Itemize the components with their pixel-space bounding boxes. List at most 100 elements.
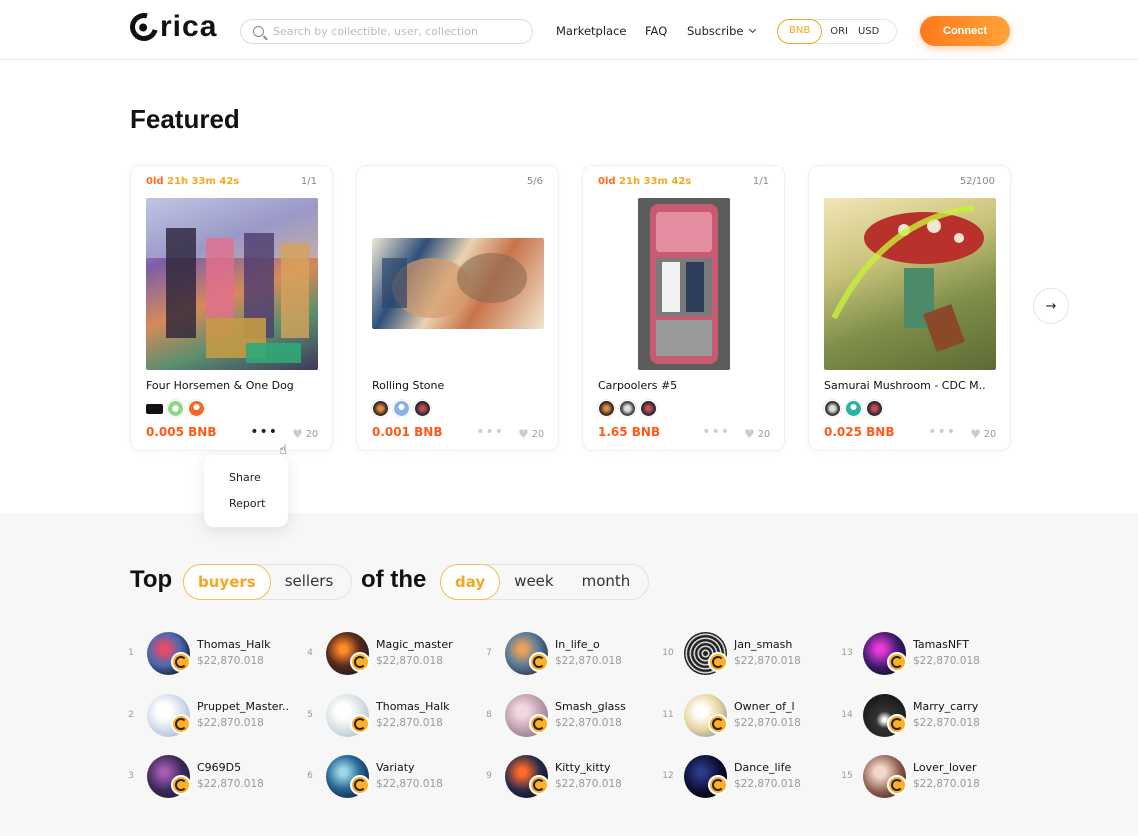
avatar[interactable] [393,400,410,417]
user-name[interactable]: Thomas_Halk [197,638,297,651]
more-options-icon[interactable]: ••• [928,424,956,440]
arrow-right-icon: → [1045,298,1057,314]
user-volume: $22,870.018 [734,717,801,729]
like-button[interactable]: ♥ 20 [744,427,770,441]
user-volume: $22,870.018 [913,655,980,667]
avatar[interactable] [167,400,184,417]
avatar[interactable] [640,400,657,417]
carousel-next-button[interactable]: → [1033,288,1069,324]
like-count: 20 [983,428,996,440]
avatar[interactable] [845,400,862,417]
verified-badge-icon [350,775,370,795]
edition-count: 1/1 [300,176,317,187]
nft-price: 0.001 BNB [372,425,443,439]
user-rank: 15 [841,771,853,781]
user-rank: 5 [307,710,313,720]
user-rank: 13 [841,648,853,658]
more-options-icon[interactable]: ••• [702,424,730,440]
rica-logo[interactable]: rica [124,7,217,47]
like-button[interactable]: ♥ 20 [970,427,996,441]
like-count: 20 [757,428,770,440]
nft-name[interactable]: Samurai Mushroom - CDC M.. [824,379,999,392]
avatar[interactable] [598,400,615,417]
avatar[interactable] [372,400,389,417]
connect-button[interactable]: Connect [920,16,1010,46]
menu-item-report[interactable]: Report [229,497,265,510]
nft-artwork [382,253,527,318]
avatar[interactable] [414,400,431,417]
nft-card-rolling-stone[interactable]: 5/6 Rolling Stone 0.001 BNB ••• ♥ 20 [356,165,559,451]
user-name[interactable]: Owner_of_l [734,700,834,713]
like-button[interactable]: ♥ 20 [292,427,318,441]
tab-month[interactable]: month [568,564,649,600]
verified-badge-icon [529,775,549,795]
nav-faq[interactable]: FAQ [645,24,667,38]
user-name[interactable]: Marry_carry [913,700,1013,713]
currency-switch: BNB ORI USD [777,19,897,44]
nav-subscribe[interactable]: Subscribe [687,24,756,38]
verified-badge-icon [350,714,370,734]
verified-badge-icon [171,652,191,672]
tab-day[interactable]: day [440,564,501,600]
user-name[interactable]: Smash_glass [555,700,655,713]
avatar[interactable] [146,404,163,414]
user-volume: $22,870.018 [913,717,980,729]
nft-name[interactable]: Rolling Stone [372,379,547,392]
avatar[interactable] [824,400,841,417]
like-button[interactable]: ♥ 20 [518,427,544,441]
verified-badge-icon [708,714,728,734]
verified-badge-icon [887,775,907,795]
currency-bnb[interactable]: BNB [777,19,823,44]
nft-card-four-horsemen[interactable]: 0ld 21h 33m 42s 1/1 Four Horsemen & One … [130,165,333,451]
user-name[interactable]: Lover_lover [913,761,1013,774]
timer-days: 0ld [598,176,616,187]
user-name[interactable]: Variaty [376,761,476,774]
avatar[interactable] [866,400,883,417]
card-options-menu: Share Report [204,455,288,527]
verified-badge-icon [529,714,549,734]
nft-price: 0.005 BNB [146,425,217,439]
user-rank: 7 [486,648,492,658]
user-volume: $22,870.018 [197,778,264,790]
user-name[interactable]: Jan_smash [734,638,834,651]
auction-timer: 0ld 21h 33m 42s [146,176,239,187]
user-name[interactable]: C969D5 [197,761,297,774]
user-name[interactable]: In_life_o [555,638,655,651]
currency-ori[interactable]: ORI [822,26,856,37]
nav-marketplace[interactable]: Marketplace [556,24,626,38]
user-name[interactable]: Dance_life [734,761,834,774]
search-input[interactable] [273,25,523,38]
currency-usd[interactable]: USD [856,26,887,37]
nft-card-carpoolers[interactable]: 0ld 21h 33m 42s 1/1 Carpoolers #5 1.65 B… [582,165,785,451]
user-name[interactable]: TamasNFT [913,638,1013,651]
nft-card-samurai-mushroom[interactable]: 52/100 Samurai Mushroom - CDC M.. 0.025 … [808,165,1011,451]
user-name[interactable]: Kitty_kitty [555,761,655,774]
timer-days: 0ld [146,176,164,187]
nft-price: 0.025 BNB [824,425,895,439]
tab-sellers[interactable]: sellers [271,564,352,600]
nft-name[interactable]: Carpoolers #5 [598,379,773,392]
nft-name[interactable]: Four Horsemen & One Dog [146,379,321,392]
avatar[interactable] [619,400,636,417]
avatar[interactable] [188,400,205,417]
more-options-icon[interactable]: ••• [250,424,278,440]
user-name[interactable]: Pruppet_Master.. [197,700,297,713]
tab-week[interactable]: week [500,564,567,600]
user-name[interactable]: Magic_master [376,638,476,651]
search-bar[interactable] [240,19,533,44]
nft-image[interactable] [824,198,996,370]
nft-image[interactable] [372,238,544,329]
top-heading-word: Top [130,566,173,593]
user-name[interactable]: Thomas_Halk [376,700,476,713]
menu-item-share[interactable]: Share [229,471,261,484]
nft-image[interactable] [146,198,318,370]
owner-avatars [598,400,657,417]
nft-image[interactable] [638,198,730,370]
user-volume: $22,870.018 [734,778,801,790]
user-volume: $22,870.018 [376,655,443,667]
tab-buyers[interactable]: buyers [183,564,271,600]
more-options-icon[interactable]: ••• [476,424,504,440]
search-icon [253,26,264,37]
verified-badge-icon [529,652,549,672]
user-rank: 8 [486,710,492,720]
